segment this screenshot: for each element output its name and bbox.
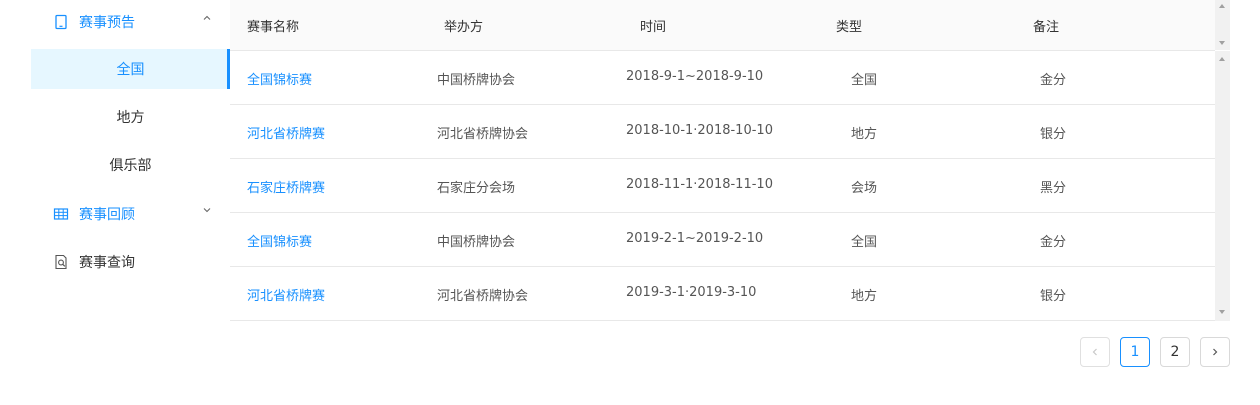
type-cell: 会场 [851, 181, 878, 196]
event-name-link[interactable]: 全国锦标赛 [247, 231, 312, 250]
table-row[interactable]: 河北省桥牌赛 河北省桥牌协会 2018-10-1·2018-10-10 地方 银… [230, 105, 1215, 159]
note-cell: 银分 [1040, 127, 1067, 142]
type-cell: 地方 [851, 289, 878, 304]
next-page-button[interactable] [1200, 337, 1230, 367]
sidebar-item-club[interactable]: 俱乐部 [31, 145, 230, 185]
header-scrollbar[interactable] [1215, 0, 1230, 50]
chevron-left-icon [1092, 348, 1097, 356]
menu-item-label: 赛事查询 [79, 255, 135, 271]
event-name-link[interactable]: 全国锦标赛 [247, 69, 312, 88]
type-cell: 全国 [851, 73, 878, 88]
organizer-cell: 河北省桥牌协会 [437, 289, 529, 304]
sidebar-item-label: 俱乐部 [109, 158, 152, 174]
type-cell: 地方 [851, 127, 878, 142]
page-button-1[interactable]: 1 [1120, 337, 1150, 367]
note-cell: 银分 [1040, 289, 1067, 304]
table-row[interactable]: 全国锦标赛 中国桥牌协会 2019-2-1~2019-2-10 全国 金分 [230, 213, 1215, 267]
chevron-up-icon [203, 15, 211, 20]
date-cell: 2018-9-1~2018-9-10 [626, 69, 764, 84]
menu-item-query[interactable]: 赛事查询 [31, 240, 230, 284]
date-cell: 2018-10-1·2018-10-10 [626, 123, 773, 138]
scroll-down-icon[interactable] [1219, 310, 1225, 314]
sidebar-item-national[interactable]: 全国 [31, 49, 230, 89]
table-header: 赛事名称 举办方 时间 类型 备注 [230, 0, 1215, 51]
column-header[interactable]: 时间 [640, 16, 666, 35]
event-name-link[interactable]: 河北省桥牌赛 [247, 123, 325, 142]
mobile-icon [55, 14, 67, 30]
note-cell: 金分 [1040, 73, 1067, 88]
table-body: 全国锦标赛 中国桥牌协会 2018-9-1~2018-9-10 全国 金分 河北… [230, 51, 1215, 321]
menu-group-label: 赛事预告 [79, 15, 135, 31]
scroll-down-icon[interactable] [1219, 41, 1225, 45]
document-search-icon [55, 254, 67, 270]
chevron-down-icon [203, 208, 211, 213]
column-header[interactable]: 类型 [836, 16, 862, 35]
chevron-right-icon [1213, 348, 1218, 356]
type-cell: 全国 [851, 235, 878, 250]
organizer-cell: 中国桥牌协会 [437, 235, 516, 250]
scroll-up-icon[interactable] [1219, 57, 1225, 61]
date-cell: 2019-3-1·2019-3-10 [626, 285, 757, 300]
sidebar-item-label: 地方 [116, 110, 145, 126]
menu-group-label: 赛事回顾 [79, 207, 135, 223]
table-row[interactable]: 河北省桥牌赛 河北省桥牌协会 2019-3-1·2019-3-10 地方 银分 [230, 267, 1215, 321]
table-grid-icon [53, 208, 69, 220]
note-cell: 黑分 [1040, 181, 1067, 196]
column-header[interactable]: 赛事名称 [247, 16, 299, 35]
sidebar-item-label: 全国 [116, 62, 145, 78]
organizer-cell: 中国桥牌协会 [437, 73, 516, 88]
event-name-link[interactable]: 石家庄桥牌赛 [247, 177, 325, 196]
date-cell: 2019-2-1~2019-2-10 [626, 231, 764, 246]
menu-group-review[interactable]: 赛事回顾 [31, 192, 230, 236]
organizer-cell: 河北省桥牌协会 [437, 127, 529, 142]
column-header[interactable]: 备注 [1033, 16, 1059, 35]
menu-group-forecast[interactable]: 赛事预告 [31, 0, 230, 44]
body-scrollbar[interactable] [1215, 51, 1230, 321]
event-name-link[interactable]: 河北省桥牌赛 [247, 285, 325, 304]
date-cell: 2018-11-1·2018-11-10 [626, 177, 773, 192]
sidebar-item-local[interactable]: 地方 [31, 97, 230, 137]
scroll-up-icon[interactable] [1219, 4, 1225, 8]
table-row[interactable]: 石家庄桥牌赛 石家庄分会场 2018-11-1·2018-11-10 会场 黑分 [230, 159, 1215, 213]
prev-page-button[interactable] [1080, 337, 1110, 367]
events-table: 赛事名称 举办方 时间 类型 备注 全国锦标赛 中国桥牌协会 2018-9-1~… [230, 0, 1230, 321]
table-row[interactable]: 全国锦标赛 中国桥牌协会 2018-9-1~2018-9-10 全国 金分 [230, 51, 1215, 105]
sidebar: 赛事预告 全国 地方 俱乐部 赛事回顾 赛事查询 [31, 0, 230, 288]
column-header[interactable]: 举办方 [444, 16, 483, 35]
organizer-cell: 石家庄分会场 [437, 181, 516, 196]
page-button-2[interactable]: 2 [1160, 337, 1190, 367]
note-cell: 金分 [1040, 235, 1067, 250]
